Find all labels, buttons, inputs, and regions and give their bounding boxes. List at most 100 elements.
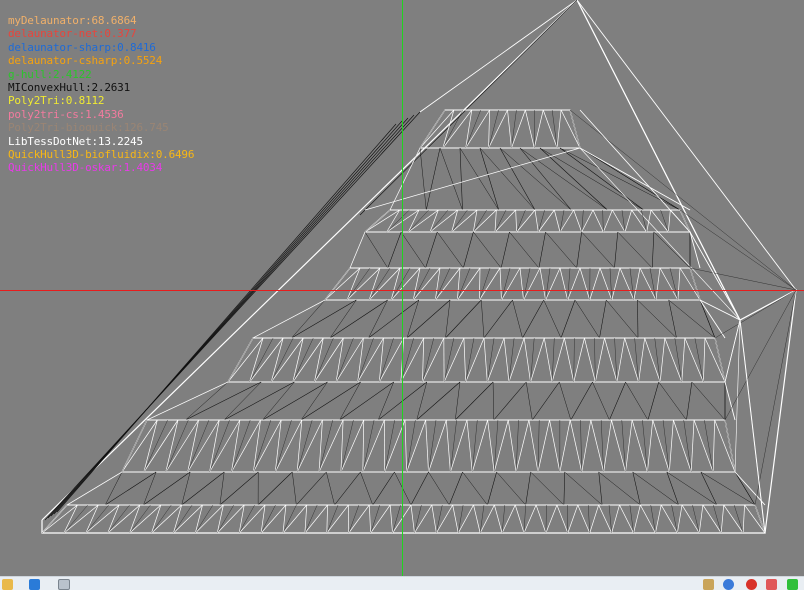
mesh-edge: [667, 209, 671, 233]
mesh-edge: [292, 471, 297, 506]
mesh-edge: [473, 504, 481, 534]
mesh-edge: [488, 109, 508, 149]
mesh-edge: [589, 504, 599, 534]
mesh-edge: [439, 147, 463, 211]
mesh-edge: [655, 504, 662, 534]
timing-quickhull3d-oskar: QuickHull3D-oskar:1.4034: [8, 161, 163, 175]
triangulation-viewport[interactable]: myDelaunator:68.6864 delaunator-net:0.37…: [0, 0, 804, 576]
mesh-edge: [387, 231, 402, 269]
mesh-edge: [181, 471, 225, 506]
mesh-edge: [683, 419, 692, 473]
mesh-edge: [487, 337, 495, 383]
mesh-edge: [559, 267, 568, 301]
mesh-edge: [209, 419, 230, 473]
mesh-edge: [551, 109, 558, 149]
mesh-edge: [577, 504, 591, 534]
mesh-edge: [619, 504, 634, 534]
tray-icon-2[interactable]: [723, 579, 734, 590]
mesh-edge: [530, 471, 565, 506]
mesh-edge: [419, 147, 427, 211]
mesh-edge: [523, 504, 526, 534]
mesh-edge: [400, 337, 425, 383]
timing-poly2tri-cs: poly2tri-cs:1.4536: [8, 107, 124, 121]
mesh-edge: [227, 337, 254, 383]
mesh-edge: [406, 299, 451, 339]
mesh-edge: [523, 267, 531, 301]
mesh-edge: [704, 419, 714, 473]
mesh-edge: [543, 337, 553, 383]
mesh-edge: [362, 419, 385, 473]
tray-icon-5[interactable]: [787, 579, 798, 590]
mesh-edge: [414, 504, 433, 534]
mesh-edge: [677, 267, 681, 301]
mesh-edge: [146, 381, 229, 421]
tray-icon-1[interactable]: [703, 579, 714, 590]
mesh-edge: [651, 231, 655, 269]
mesh-edge: [487, 419, 495, 473]
mesh-edge: [173, 504, 193, 534]
mesh-edge: [428, 471, 450, 506]
mesh-edge: [465, 109, 473, 149]
mesh-edge: [368, 299, 419, 339]
mesh-edge: [370, 504, 380, 534]
y-axis-line: [402, 0, 403, 576]
tray-icon-4[interactable]: [766, 579, 777, 590]
mesh-edge: [450, 419, 468, 473]
mesh-edge: [564, 471, 603, 506]
mesh-edge: [348, 504, 360, 534]
mesh-edge: [644, 337, 661, 383]
mesh-edge: [664, 337, 683, 383]
timing-libtessdotnet: LibTessDotNet:13.2245: [8, 134, 143, 148]
mesh-edge: [448, 471, 463, 506]
explorer-icon[interactable]: [2, 579, 13, 590]
mesh-edge: [579, 147, 741, 321]
mesh-edge: [143, 471, 157, 506]
mesh-edge: [542, 109, 558, 149]
mesh-edge: [334, 471, 361, 506]
mesh-edge: [479, 147, 500, 211]
mesh-edge: [528, 419, 539, 473]
mesh-edge: [422, 337, 425, 383]
mesh-edge: [631, 209, 647, 233]
mesh-edge: [689, 231, 741, 321]
mesh-edge: [681, 504, 700, 534]
mesh-edge: [512, 299, 523, 339]
mesh-edge: [219, 471, 259, 506]
mesh-edge: [425, 231, 438, 269]
mesh-edge: [364, 209, 400, 233]
mesh-edge: [450, 419, 457, 473]
mesh-edge: [579, 267, 591, 301]
mesh-edge: [592, 209, 604, 233]
tray-icon-3[interactable]: [746, 579, 757, 590]
mesh-edge: [436, 504, 453, 534]
mesh-edge: [499, 147, 572, 211]
mesh-edge: [704, 337, 726, 383]
mesh-edge: [499, 267, 502, 301]
mesh-edge: [483, 299, 513, 339]
mesh-edge: [459, 147, 499, 211]
mesh-edge: [686, 381, 693, 421]
mesh-edge: [598, 504, 612, 534]
mesh-edge: [416, 381, 428, 421]
mesh-edge: [165, 419, 189, 473]
mesh-edge: [372, 471, 395, 506]
mesh-edge: [668, 299, 716, 339]
mesh-edge: [669, 267, 679, 301]
mesh-edge: [616, 337, 625, 383]
visual-studio-icon[interactable]: [29, 579, 40, 590]
mesh-edge: [364, 147, 581, 211]
mesh-edge: [594, 337, 596, 383]
mesh-edge: [659, 337, 666, 383]
mesh-edge: [408, 209, 429, 233]
mesh-edge: [539, 147, 644, 211]
mesh-edge: [346, 267, 371, 301]
mesh-edge: [523, 504, 537, 534]
mesh-edge: [581, 209, 594, 233]
mesh-edge: [666, 471, 679, 506]
mesh-edge: [537, 419, 540, 473]
mesh-edge: [223, 381, 295, 421]
mesh-edge: [515, 419, 530, 473]
mesh-edge: [690, 419, 695, 473]
app-window-icon[interactable]: [58, 579, 70, 590]
mesh-edge: [270, 337, 284, 383]
